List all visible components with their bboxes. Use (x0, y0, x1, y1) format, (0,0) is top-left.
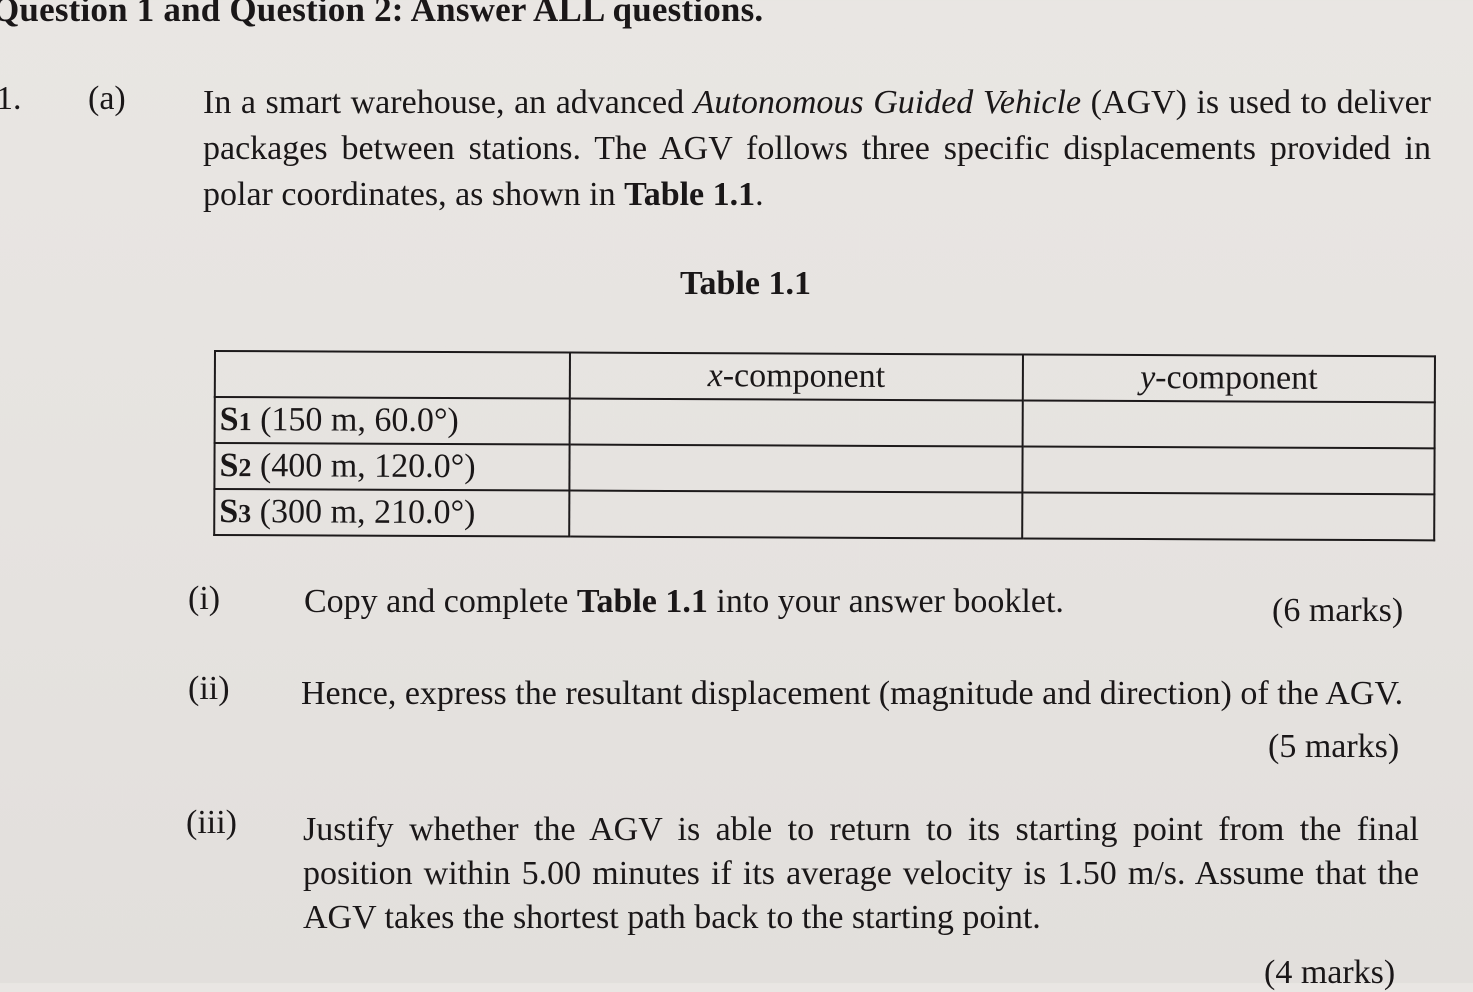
vector-subscript: 3 (238, 499, 252, 529)
y-variable: y (1140, 359, 1156, 397)
header-y-component: y-component (1022, 354, 1435, 403)
vector-symbol: S (219, 401, 239, 439)
y-component-cell (1022, 446, 1435, 495)
subquestion-marks-iii: (4 marks) (1264, 954, 1396, 991)
table-row: S3 (300 m, 210.0°) (214, 489, 1435, 541)
exam-page: Question 1 and Question 2: Answer ALL qu… (0, 0, 1473, 991)
y-component-cell (1022, 492, 1435, 541)
header-x-component: x-component (569, 352, 1023, 401)
section-heading: Question 1 and Question 2: Answer ALL qu… (0, 0, 764, 29)
x-component-cell (569, 490, 1023, 539)
vector-subscript: 1 (238, 407, 252, 437)
x-variable: x (707, 357, 723, 395)
intro-text-1: In a smart warehouse, an advanced (203, 84, 694, 121)
subquestion-marks-ii: (5 marks) (1268, 728, 1400, 765)
table-caption: Table 1.1 (680, 265, 812, 302)
table-header-row: x-component y-component (214, 351, 1435, 403)
question-intro-paragraph: In a smart warehouse, an advanced Autono… (203, 80, 1431, 218)
vector-subscript: 2 (238, 453, 252, 483)
intro-table-reference: Table 1.1 (624, 176, 756, 213)
vector-symbol: S (219, 447, 239, 485)
vector-symbol: S (219, 493, 239, 531)
table-row: S1 (150 m, 60.0°) (214, 397, 1435, 449)
x-header-text: -component (722, 357, 886, 395)
subquestion-text-ii: Hence, express the resultant displacemen… (301, 675, 1404, 712)
intro-text-3: . (755, 176, 764, 213)
header-blank-cell (214, 351, 570, 399)
subquestion-marks-i: (6 marks) (1272, 592, 1404, 629)
x-component-cell (569, 398, 1023, 447)
subquestion-text-i: Copy and complete Table 1.1 into your an… (304, 580, 1204, 624)
polar-coordinates: (400 m, 120.0°) (251, 447, 476, 486)
subquestion-label-iii: (iii) (186, 804, 237, 841)
subquestion-i-text-2: into your answer booklet. (707, 583, 1064, 620)
subquestion-i-text-1: Copy and complete (304, 583, 577, 620)
subquestion-label-i: (i) (188, 580, 221, 617)
table-row: S2 (400 m, 120.0°) (214, 443, 1435, 495)
displacement-table: x-component y-component S1 (150 m, 60.0°… (213, 350, 1436, 541)
subquestion-i-table-reference: Table 1.1 (576, 583, 708, 620)
question-number: 1. (0, 80, 22, 117)
displacement-label: S1 (150 m, 60.0°) (214, 397, 570, 445)
question-part-label: (a) (88, 80, 126, 117)
polar-coordinates: (150 m, 60.0°) (251, 401, 459, 440)
polar-coordinates: (300 m, 210.0°) (251, 493, 476, 532)
subquestion-text-iii: Justify whether the AGV is able to retur… (303, 811, 1419, 936)
x-component-cell (569, 444, 1023, 493)
y-component-cell (1022, 400, 1435, 449)
displacement-label: S3 (300 m, 210.0°) (214, 489, 570, 537)
displacement-label: S2 (400 m, 120.0°) (214, 443, 570, 491)
intro-italic-term: Autonomous Guided Vehicle (693, 84, 1082, 121)
subquestion-label-ii: (ii) (188, 670, 230, 707)
y-header-text: -component (1155, 359, 1318, 397)
